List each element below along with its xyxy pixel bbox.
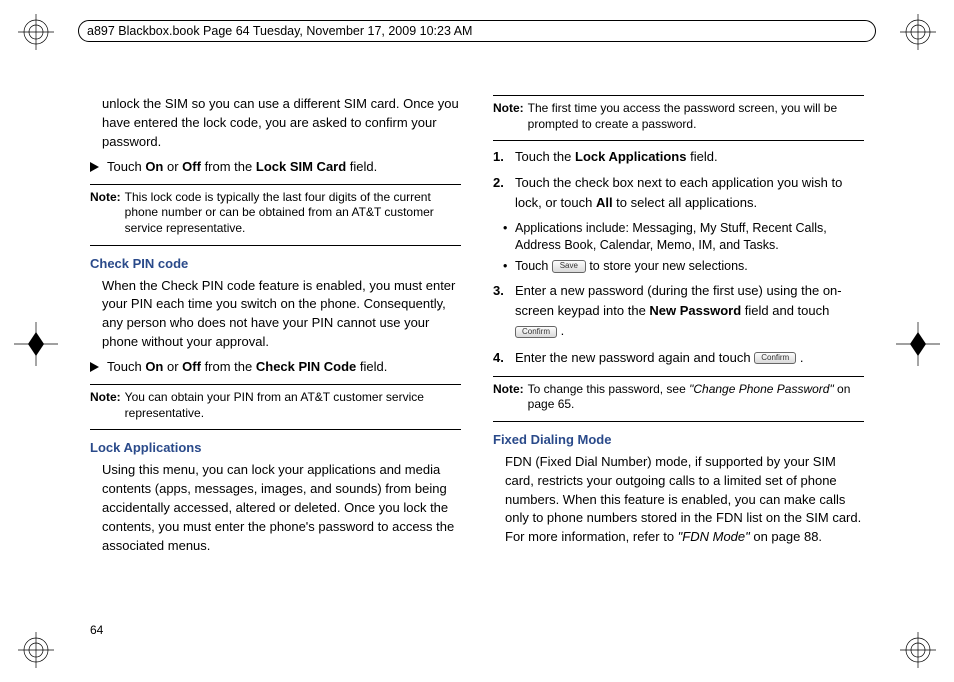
- page-number: 64: [90, 623, 103, 637]
- heading-lock-applications: Lock Applications: [90, 440, 461, 455]
- heading-fdn: Fixed Dialing Mode: [493, 432, 864, 447]
- crop-mark-icon: [18, 14, 54, 50]
- divider: [90, 429, 461, 430]
- step-body: Touch the Lock Applications field.: [515, 147, 864, 167]
- step-body: Touch the check box next to each applica…: [515, 173, 864, 213]
- triangle-bullet-icon: [90, 362, 99, 372]
- step-number: 2.: [493, 173, 515, 213]
- step-number: 4.: [493, 348, 515, 368]
- right-column: Note: The first time you access the pass…: [493, 95, 864, 561]
- bullet-dot-icon: •: [503, 220, 515, 255]
- left-column: unlock the SIM so you can use a differen…: [90, 95, 461, 561]
- bullet-text: Touch Save to store your new selections.: [515, 258, 748, 276]
- note-text: To change this password, see "Change Pho…: [528, 382, 864, 413]
- check-pin-paragraph: When the Check PIN code feature is enabl…: [90, 277, 461, 352]
- step-text: Touch On or Off from the Lock SIM Card f…: [107, 158, 377, 176]
- bullet-save: • Touch Save to store your new selection…: [503, 258, 864, 276]
- note-text: You can obtain your PIN from an AT&T cus…: [125, 390, 461, 421]
- step-body: Enter the new password again and touch C…: [515, 348, 864, 368]
- step-body: Enter a new password (during the first u…: [515, 281, 864, 341]
- note-pin: Note: You can obtain your PIN from an AT…: [90, 390, 461, 421]
- confirm-button-graphic: Confirm: [515, 326, 557, 339]
- triangle-bullet-icon: [90, 162, 99, 172]
- note-label: Note:: [90, 190, 121, 237]
- page-content: unlock the SIM so you can use a differen…: [90, 95, 864, 637]
- note-text: This lock code is typically the last fou…: [125, 190, 461, 237]
- note-change-password: Note: To change this password, see "Chan…: [493, 382, 864, 413]
- note-lock-code: Note: This lock code is typically the la…: [90, 190, 461, 237]
- heading-check-pin: Check PIN code: [90, 256, 461, 271]
- step-4: 4. Enter the new password again and touc…: [493, 348, 864, 368]
- note-label: Note:: [90, 390, 121, 421]
- divider: [90, 184, 461, 185]
- registration-mark-icon: [896, 322, 940, 366]
- note-first-time: Note: The first time you access the pass…: [493, 101, 864, 132]
- note-label: Note:: [493, 101, 524, 132]
- step-1: 1. Touch the Lock Applications field.: [493, 147, 864, 167]
- divider: [493, 421, 864, 422]
- registration-mark-icon: [14, 322, 58, 366]
- step-2: 2. Touch the check box next to each appl…: [493, 173, 864, 213]
- step-check-pin: Touch On or Off from the Check PIN Code …: [90, 358, 461, 376]
- divider: [493, 95, 864, 96]
- note-label: Note:: [493, 382, 524, 413]
- crop-mark-icon: [900, 14, 936, 50]
- intro-paragraph: unlock the SIM so you can use a differen…: [90, 95, 461, 152]
- lock-apps-paragraph: Using this menu, you can lock your appli…: [90, 461, 461, 555]
- save-button-graphic: Save: [552, 260, 586, 273]
- step-number: 3.: [493, 281, 515, 341]
- bullet-dot-icon: •: [503, 258, 515, 276]
- crop-mark-icon: [18, 632, 54, 668]
- bullet-text: Applications include: Messaging, My Stuf…: [515, 220, 864, 255]
- header-text: a897 Blackbox.book Page 64 Tuesday, Nove…: [87, 24, 472, 38]
- step-lock-sim: Touch On or Off from the Lock SIM Card f…: [90, 158, 461, 176]
- confirm-button-graphic: Confirm: [754, 352, 796, 365]
- step-number: 1.: [493, 147, 515, 167]
- divider: [493, 376, 864, 377]
- step-text: Touch On or Off from the Check PIN Code …: [107, 358, 387, 376]
- divider: [493, 140, 864, 141]
- divider: [90, 384, 461, 385]
- bullet-applications: • Applications include: Messaging, My St…: [503, 220, 864, 255]
- step-3: 3. Enter a new password (during the firs…: [493, 281, 864, 341]
- document-header: a897 Blackbox.book Page 64 Tuesday, Nove…: [78, 20, 876, 42]
- note-text: The first time you access the password s…: [528, 101, 864, 132]
- divider: [90, 245, 461, 246]
- fdn-paragraph: FDN (Fixed Dial Number) mode, if support…: [493, 453, 864, 547]
- crop-mark-icon: [900, 632, 936, 668]
